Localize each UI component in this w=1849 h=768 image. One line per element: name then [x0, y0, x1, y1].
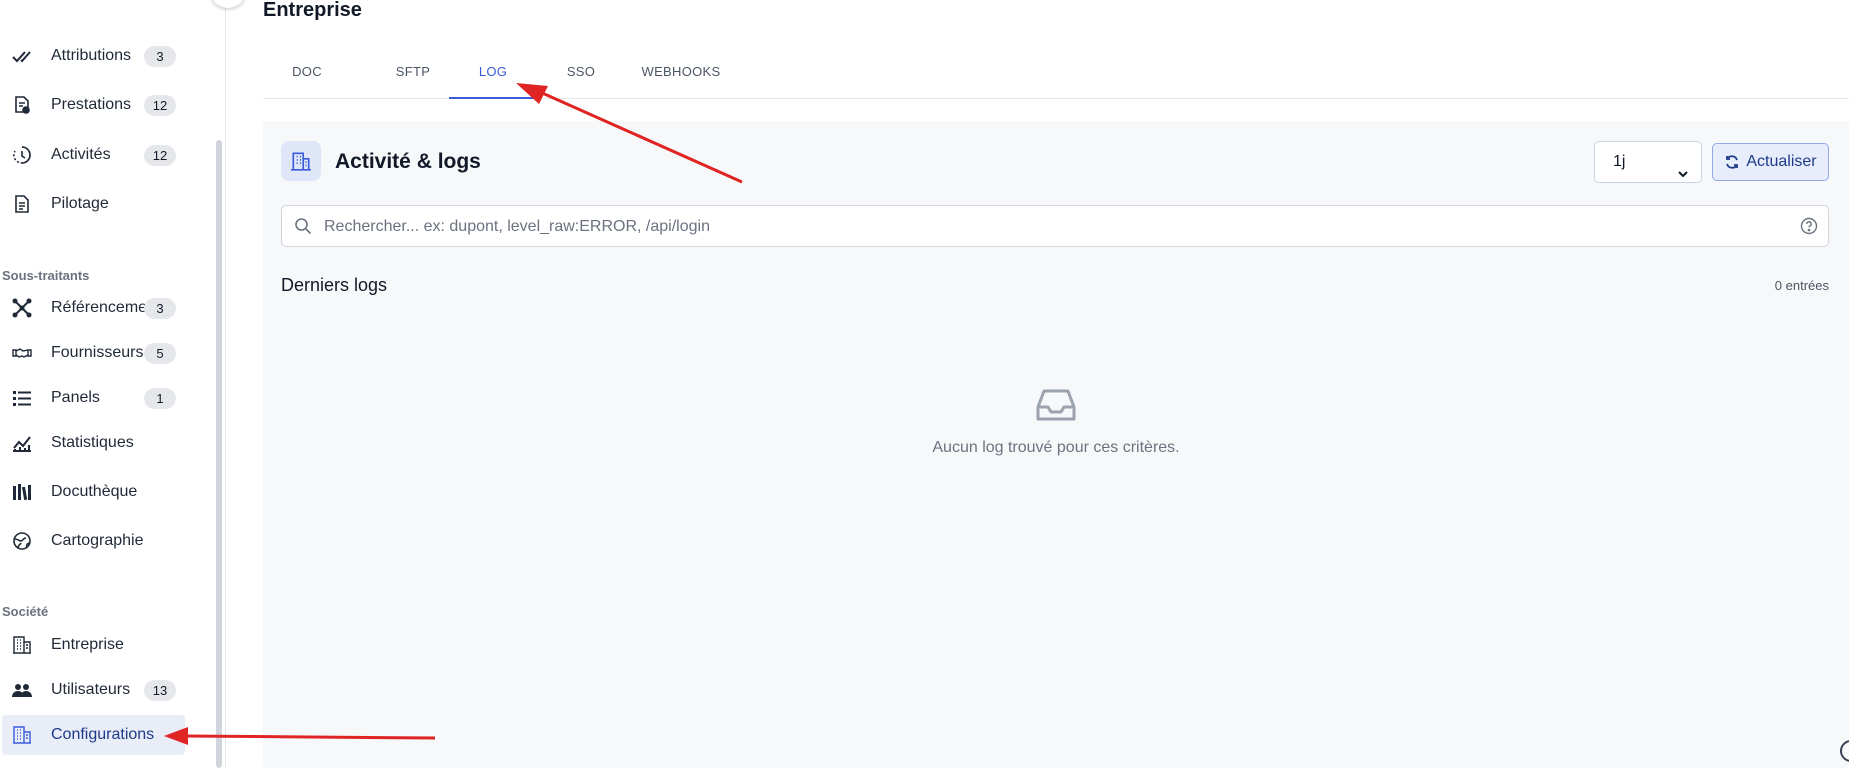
building-icon — [11, 634, 33, 656]
inbox-icon — [1032, 381, 1080, 429]
count-badge: 13 — [144, 679, 176, 701]
search-icon — [294, 217, 312, 235]
building-icon — [281, 141, 321, 181]
building-icon — [11, 724, 33, 746]
search-input[interactable] — [322, 206, 1766, 248]
document-icon — [11, 193, 33, 215]
sidebar-item-label: Attributions — [51, 47, 132, 64]
network-icon — [11, 297, 33, 319]
page-title: Entreprise — [263, 0, 362, 21]
chevron-down-icon — [1677, 156, 1689, 178]
sidebar-item-label: Utilisateurs — [51, 681, 131, 698]
sidebar-item-fournisseurs[interactable]: Fournisseurs 5 — [2, 333, 185, 373]
sidebar-item-label: Statistiques — [51, 434, 134, 451]
sidebar-item-label: Prestations — [51, 96, 132, 113]
section-label-sous-traitants: Sous-traitants — [2, 268, 90, 283]
sidebar-item-label: Fournisseurs — [51, 344, 144, 361]
tab-log[interactable]: LOG — [449, 50, 537, 99]
tab-doc[interactable]: DOC — [263, 50, 351, 97]
help-circle-icon[interactable] — [1800, 217, 1818, 235]
sidebar-item-label: Pilotage — [51, 195, 109, 212]
sidebar-item-activites[interactable]: Activités 12 — [2, 135, 185, 175]
period-select-value: 1j — [1613, 153, 1626, 170]
globe-icon — [11, 530, 33, 552]
entries-count: 0 entrées — [1774, 278, 1829, 293]
search-field — [281, 205, 1829, 248]
refresh-button[interactable]: Actualiser — [1712, 143, 1829, 181]
count-badge: 5 — [144, 342, 176, 364]
sidebar-item-label: Cartographie — [51, 532, 144, 549]
sidebar-item-docutheque[interactable]: Docuthèque — [2, 472, 185, 512]
sidebar-item-pilotage[interactable]: Pilotage — [2, 184, 185, 224]
clock-history-icon — [11, 144, 33, 166]
tab-sso[interactable]: SSO — [537, 50, 625, 97]
period-select[interactable]: 1j — [1594, 141, 1702, 183]
refresh-icon — [1724, 154, 1740, 170]
sidebar-item-label: Panels — [51, 389, 100, 406]
sidebar-item-label: Docuthèque — [51, 483, 138, 500]
chart-line-icon — [11, 432, 33, 454]
empty-state-message: Aucun log trouvé pour ces critères. — [932, 439, 1180, 456]
section-label-societe: Société — [2, 604, 49, 619]
sidebar-item-cartographie[interactable]: Cartographie — [2, 521, 185, 561]
count-badge: 3 — [144, 45, 176, 67]
library-icon — [11, 481, 33, 503]
list-icon — [11, 387, 33, 409]
sidebar-item-label: Configurations — [51, 726, 155, 743]
tab-sftp[interactable]: SFTP — [364, 50, 462, 97]
document-gear-icon — [11, 94, 33, 116]
sidebar-item-label: Activités — [51, 146, 111, 163]
count-badge: 1 — [144, 387, 176, 409]
sidebar-item-prestations[interactable]: Prestations 12 — [2, 85, 185, 125]
count-badge: 3 — [144, 297, 176, 319]
tab-webhooks[interactable]: WEBHOOKS — [625, 50, 737, 97]
card-title: Activité & logs — [335, 150, 481, 173]
sidebar-item-panels[interactable]: Panels 1 — [2, 378, 185, 418]
sidebar-item-configurations[interactable]: Configurations — [2, 715, 185, 755]
tab-bar: DOC SFTP LOG SSO WEBHOOKS — [263, 50, 1849, 99]
users-icon — [11, 679, 33, 701]
refresh-button-label: Actualiser — [1746, 153, 1817, 170]
section-title: Derniers logs — [281, 275, 388, 295]
logs-card: Activité & logs 1j Actualiser Derniers l… — [263, 121, 1849, 768]
sidebar-item-statistiques[interactable]: Statistiques — [2, 423, 185, 463]
double-check-icon — [11, 45, 33, 67]
handshake-icon — [11, 342, 33, 364]
count-badge: 12 — [144, 144, 176, 166]
sidebar-item-referencements[interactable]: Référencements 3 — [2, 288, 185, 328]
sidebar-item-entreprise[interactable]: Entreprise — [2, 625, 185, 665]
sidebar-scrollbar[interactable] — [216, 140, 222, 768]
sidebar-item-label: Entreprise — [51, 636, 124, 653]
sidebar: Attributions 3 Prestations 12 Activités … — [0, 0, 226, 768]
count-badge: 12 — [144, 94, 176, 116]
sidebar-item-utilisateurs[interactable]: Utilisateurs 13 — [2, 670, 185, 710]
sidebar-item-attributions[interactable]: Attributions 3 — [2, 36, 185, 76]
